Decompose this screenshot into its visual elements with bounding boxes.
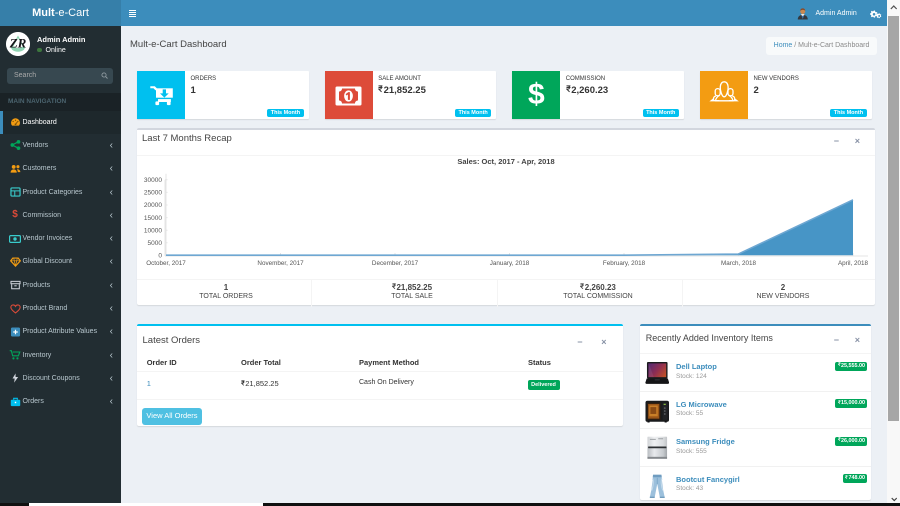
svg-text:0: 0 bbox=[158, 252, 162, 259]
svg-text:30000: 30000 bbox=[144, 177, 162, 184]
svg-text:5000: 5000 bbox=[148, 240, 163, 247]
svg-text:ZR: ZR bbox=[9, 36, 27, 51]
svg-text:January, 2018: January, 2018 bbox=[490, 260, 530, 267]
svg-text:December, 2017: December, 2017 bbox=[372, 260, 419, 267]
svg-text:15000: 15000 bbox=[144, 214, 162, 221]
svg-text:February, 2018: February, 2018 bbox=[603, 260, 646, 267]
svg-text:25000: 25000 bbox=[144, 189, 162, 196]
svg-text:November, 2017: November, 2017 bbox=[257, 260, 304, 267]
svg-text:10000: 10000 bbox=[144, 227, 162, 234]
svg-text:April, 2018: April, 2018 bbox=[838, 260, 869, 267]
svg-text:March, 2018: March, 2018 bbox=[721, 260, 756, 267]
svg-text:October, 2017: October, 2017 bbox=[146, 260, 186, 267]
svg-text:20000: 20000 bbox=[144, 202, 162, 209]
